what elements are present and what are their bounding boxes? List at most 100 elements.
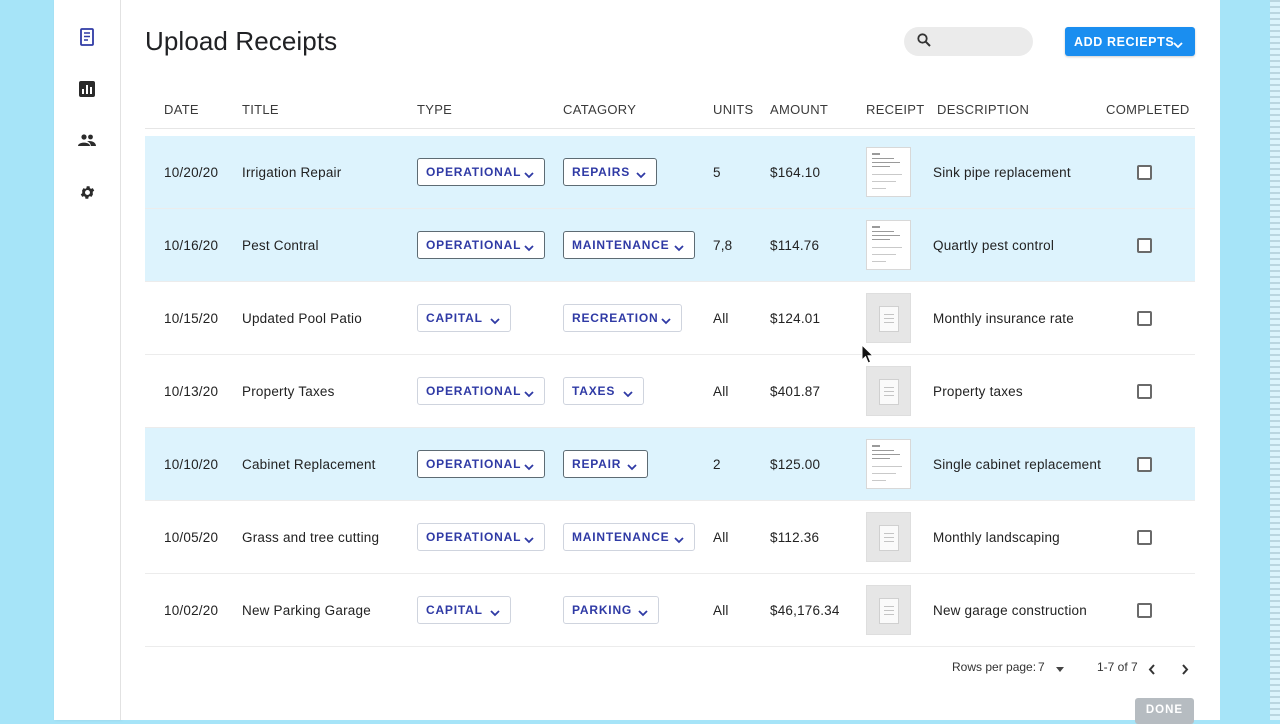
completed-checkbox[interactable] [1137, 603, 1152, 618]
cell-units: 5 [713, 164, 721, 180]
rows-per-page-select[interactable]: 7 [1038, 660, 1045, 674]
table-row[interactable]: 10/15/20 Updated Pool Patio CAPITAL RECREAT… [145, 282, 1195, 355]
document-icon [879, 598, 899, 624]
cell-description: New garage construction [933, 602, 1087, 618]
type-select[interactable]: OPERATIONAL [417, 377, 545, 405]
cell-title: Pest Contral [242, 237, 319, 253]
category-select-value: REPAIRS [572, 165, 631, 179]
table-row[interactable]: 10/16/20 Pest Contral OPERATIONAL MAINTENAN… [145, 209, 1195, 282]
category-select[interactable]: REPAIR [563, 450, 648, 478]
table-row[interactable]: 10/10/20 Cabinet Replacement OPERATIONAL RE… [145, 428, 1195, 501]
receipt-placeholder[interactable] [866, 512, 911, 562]
cell-amount: $164.10 [770, 164, 821, 180]
column-header-type[interactable]: TYPE [417, 102, 452, 117]
search-input[interactable] [940, 31, 1028, 53]
receipt-thumbnail[interactable] [866, 439, 911, 489]
chevron-left-icon[interactable] [1143, 660, 1161, 678]
mouse-cursor-icon [861, 343, 875, 364]
type-select-value: OPERATIONAL [426, 238, 522, 252]
table-row[interactable]: 10/20/20 Irrigation Repair OPERATIONAL REPA… [145, 136, 1195, 209]
caret-down-icon[interactable] [1051, 660, 1069, 678]
cell-title: New Parking Garage [242, 602, 371, 618]
receipt-placeholder[interactable] [866, 366, 911, 416]
column-header-date[interactable]: DATE [164, 102, 199, 117]
chevron-down-icon [1173, 36, 1183, 54]
table-pagination: Rows per page: 7 1-7 of 7 [121, 648, 1220, 688]
column-header-category[interactable]: CATAGORY [563, 102, 636, 117]
chevron-down-icon [623, 387, 633, 401]
category-select-value: MAINTENANCE [572, 530, 670, 544]
type-select[interactable]: OPERATIONAL [417, 450, 545, 478]
chevron-down-icon [524, 387, 534, 401]
column-header-completed[interactable]: COMPLETED [1106, 102, 1190, 117]
cell-date: 10/13/20 [164, 383, 219, 399]
type-select[interactable]: CAPITAL [417, 596, 511, 624]
type-select[interactable]: CAPITAL [417, 304, 511, 332]
cell-units: All [713, 602, 729, 618]
receipt-icon[interactable] [75, 25, 99, 49]
column-header-units[interactable]: UNITS [713, 102, 754, 117]
receipt-placeholder[interactable] [866, 585, 911, 635]
category-select-value: MAINTENANCE [572, 238, 670, 252]
chevron-down-icon [674, 533, 684, 547]
completed-checkbox[interactable] [1137, 238, 1152, 253]
category-select[interactable]: PARKING [563, 596, 659, 624]
cell-amount: $114.76 [770, 237, 820, 253]
cell-date: 10/16/20 [164, 237, 219, 253]
type-select[interactable]: OPERATIONAL [417, 158, 545, 186]
chevron-down-icon [490, 606, 500, 620]
type-select-value: OPERATIONAL [426, 457, 522, 471]
category-select[interactable]: MAINTENANCE [563, 523, 695, 551]
people-icon[interactable] [75, 128, 99, 152]
cell-units: All [713, 310, 729, 326]
column-header-receipt[interactable]: RECEIPT [866, 102, 924, 117]
receipt-thumbnail[interactable] [866, 220, 911, 270]
table-row[interactable]: 10/13/20 Property Taxes OPERATIONAL TAXES Al… [145, 355, 1195, 428]
bar-chart-icon[interactable] [75, 77, 99, 101]
chevron-down-icon [524, 460, 534, 474]
table-row[interactable]: 10/05/20 Grass and tree cutting OPERATIONA… [145, 501, 1195, 574]
cell-title: Property Taxes [242, 383, 335, 399]
cell-date: 10/02/20 [164, 602, 219, 618]
completed-checkbox[interactable] [1137, 530, 1152, 545]
receipt-thumbnail[interactable] [866, 147, 911, 197]
search-icon [917, 33, 933, 49]
cell-date: 10/20/20 [164, 164, 219, 180]
completed-checkbox[interactable] [1137, 384, 1152, 399]
cell-title: Cabinet Replacement [242, 456, 376, 472]
cell-amount: $124.01 [770, 310, 821, 326]
table-header: DATE TITLE TYPE CATAGORY UNITS AMOUNT RE… [145, 90, 1195, 129]
type-select[interactable]: OPERATIONAL [417, 523, 545, 551]
category-select[interactable]: RECREATION [563, 304, 682, 332]
document-icon [879, 306, 899, 332]
cell-amount: $46,176.34 [770, 602, 840, 618]
gear-icon[interactable] [75, 180, 99, 204]
add-receipts-label: ADD RECIEPTS [1074, 34, 1175, 49]
type-select-value: OPERATIONAL [426, 530, 522, 544]
category-select-value: PARKING [572, 603, 633, 617]
cell-description: Sink pipe replacement [933, 164, 1071, 180]
cell-date: 10/05/20 [164, 529, 219, 545]
cell-date: 10/10/20 [164, 456, 219, 472]
category-select[interactable]: REPAIRS [563, 158, 657, 186]
chevron-down-icon [674, 241, 684, 255]
done-button[interactable]: DONE [1135, 698, 1194, 724]
completed-checkbox[interactable] [1137, 457, 1152, 472]
chevron-right-icon[interactable] [1176, 660, 1194, 678]
type-select[interactable]: OPERATIONAL [417, 231, 545, 259]
category-select[interactable]: MAINTENANCE [563, 231, 695, 259]
completed-checkbox[interactable] [1137, 311, 1152, 326]
column-header-description[interactable]: DESCRIPTION [937, 102, 1029, 117]
table-row[interactable]: 10/02/20 New Parking Garage CAPITAL PARKING… [145, 574, 1195, 647]
completed-checkbox[interactable] [1137, 165, 1152, 180]
cell-title: Irrigation Repair [242, 164, 342, 180]
document-icon [879, 525, 899, 551]
add-receipts-button[interactable]: ADD RECIEPTS [1065, 27, 1195, 56]
category-select[interactable]: TAXES [563, 377, 644, 405]
column-header-title[interactable]: TITLE [242, 102, 279, 117]
chevron-down-icon [524, 241, 534, 255]
chevron-down-icon [636, 168, 646, 182]
column-header-amount[interactable]: AMOUNT [770, 102, 828, 117]
receipt-placeholder[interactable] [866, 293, 911, 343]
search-field[interactable] [904, 27, 1033, 56]
